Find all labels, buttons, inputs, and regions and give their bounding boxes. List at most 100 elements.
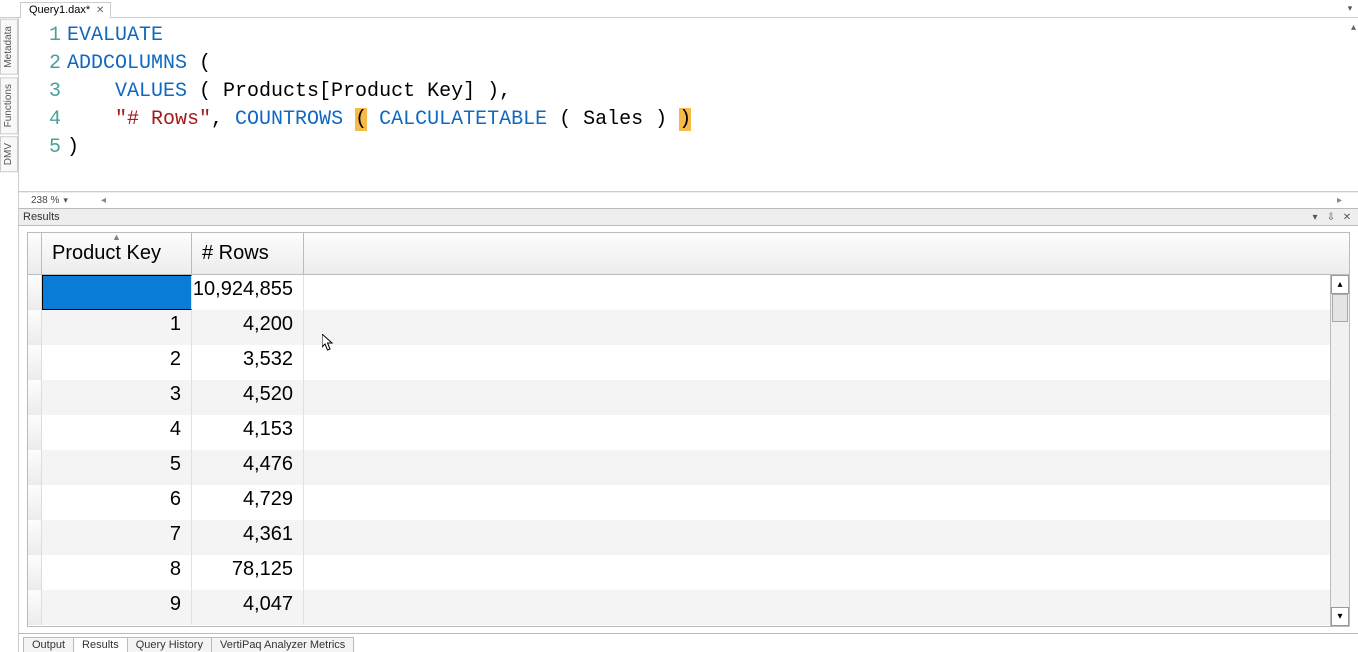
table-row[interactable]: 34,520: [28, 380, 1349, 415]
cell-rows[interactable]: 10,924,855: [192, 275, 304, 310]
code-line[interactable]: VALUES ( Products[Product Key] ),: [67, 78, 1358, 106]
cell-product-key[interactable]: 9: [42, 590, 192, 625]
row-header[interactable]: [28, 345, 42, 380]
table-row[interactable]: 10,924,855: [28, 275, 1349, 310]
code-token: [343, 108, 355, 131]
file-tab-label: Query1.dax*: [29, 4, 90, 16]
table-row[interactable]: 54,476: [28, 450, 1349, 485]
scroll-thumb[interactable]: [1332, 294, 1348, 322]
grid-corner: [28, 233, 42, 274]
results-grid[interactable]: ▲ Product Key # Rows 10,924,85514,20023,…: [27, 232, 1350, 627]
code-line[interactable]: EVALUATE: [67, 22, 1358, 50]
code-token: EVALUATE: [67, 24, 163, 47]
column-header-rows[interactable]: # Rows: [192, 233, 304, 274]
zoom-dropdown-icon[interactable]: ▾: [63, 195, 68, 206]
row-header[interactable]: [28, 415, 42, 450]
row-header[interactable]: [28, 590, 42, 625]
bottom-tab-vertipaq-analyzer-metrics[interactable]: VertiPaq Analyzer Metrics: [211, 637, 354, 652]
cell-product-key[interactable]: [42, 275, 192, 310]
bottom-tab-results[interactable]: Results: [73, 637, 128, 652]
code-token: [67, 80, 115, 103]
scroll-track[interactable]: [1331, 294, 1349, 607]
row-header[interactable]: [28, 450, 42, 485]
table-row[interactable]: 94,047: [28, 590, 1349, 625]
code-token: ( Sales ): [547, 108, 679, 131]
cell-rows[interactable]: 4,361: [192, 520, 304, 555]
code-token: [367, 108, 379, 131]
code-token: ): [67, 136, 79, 159]
editor-zoom-bar: 238 % ▾ ◂ ▸: [19, 192, 1358, 208]
cell-rows[interactable]: 4,729: [192, 485, 304, 520]
grid-header: ▲ Product Key # Rows: [28, 233, 1349, 275]
side-tab-dmv[interactable]: DMV: [0, 136, 18, 172]
column-header-product-key[interactable]: ▲ Product Key: [42, 233, 192, 274]
cell-product-key[interactable]: 2: [42, 345, 192, 380]
cell-rows[interactable]: 4,520: [192, 380, 304, 415]
panel-dropdown-icon[interactable]: ▾: [1308, 210, 1322, 224]
table-row[interactable]: 74,361: [28, 520, 1349, 555]
code-token: CALCULATETABLE: [379, 108, 547, 131]
cell-rows[interactable]: 78,125: [192, 555, 304, 590]
code-token: [67, 108, 115, 131]
cell-product-key[interactable]: 7: [42, 520, 192, 555]
cell-product-key[interactable]: 3: [42, 380, 192, 415]
editor-code[interactable]: EVALUATE ADDCOLUMNS ( VALUES ( Products[P…: [67, 18, 1358, 191]
grid-body[interactable]: 10,924,85514,20023,53234,52044,15354,476…: [28, 275, 1349, 626]
cell-product-key[interactable]: 5: [42, 450, 192, 485]
code-token: COUNTROWS: [235, 108, 343, 131]
cell-rows[interactable]: 4,200: [192, 310, 304, 345]
row-header[interactable]: [28, 380, 42, 415]
code-line[interactable]: "# Rows", COUNTROWS ( CALCULATETABLE ( S…: [67, 106, 1358, 134]
cell-rows[interactable]: 3,532: [192, 345, 304, 380]
sort-indicator-icon: ▲: [112, 232, 121, 242]
code-line[interactable]: ADDCOLUMNS (: [67, 50, 1358, 78]
hscroll-left-icon[interactable]: ◂: [101, 195, 106, 206]
code-token: (: [355, 108, 367, 131]
side-tab-metadata[interactable]: Metadata: [0, 19, 18, 75]
side-tab-functions[interactable]: Functions: [0, 77, 18, 134]
table-row[interactable]: 64,729: [28, 485, 1349, 520]
cell-product-key[interactable]: 1: [42, 310, 192, 345]
tab-overflow-dropdown-icon[interactable]: ▾: [1344, 2, 1356, 14]
bottom-tab-query-history[interactable]: Query History: [127, 637, 212, 652]
file-tab-query1[interactable]: Query1.dax* ✕: [20, 2, 111, 18]
row-header[interactable]: [28, 485, 42, 520]
code-token: ,: [211, 108, 235, 131]
row-header[interactable]: [28, 520, 42, 555]
line-number: 4: [19, 106, 67, 134]
row-header[interactable]: [28, 310, 42, 345]
code-token: ( Products[Product Key] ),: [187, 80, 511, 103]
panel-pin-icon[interactable]: ⇩: [1324, 210, 1338, 224]
table-row[interactable]: 14,200: [28, 310, 1349, 345]
grid-vscrollbar[interactable]: ▴ ▾: [1330, 275, 1349, 626]
code-token: (: [187, 52, 211, 75]
close-icon[interactable]: ✕: [94, 4, 106, 16]
table-row[interactable]: 44,153: [28, 415, 1349, 450]
side-tab-strip: Metadata Functions DMV: [0, 18, 19, 652]
cell-product-key[interactable]: 4: [42, 415, 192, 450]
scroll-up-icon[interactable]: ▴: [1351, 22, 1356, 33]
zoom-level: 238 %: [31, 195, 59, 206]
table-row[interactable]: 878,125: [28, 555, 1349, 590]
scroll-up-button[interactable]: ▴: [1331, 275, 1349, 294]
table-row[interactable]: 23,532: [28, 345, 1349, 380]
cell-product-key[interactable]: 6: [42, 485, 192, 520]
panel-close-icon[interactable]: ✕: [1340, 210, 1354, 224]
row-header[interactable]: [28, 275, 42, 310]
bottom-tab-strip: OutputResultsQuery HistoryVertiPaq Analy…: [19, 633, 1358, 652]
hscroll-right-icon[interactable]: ▸: [1337, 195, 1342, 206]
cell-rows[interactable]: 4,476: [192, 450, 304, 485]
scroll-down-button[interactable]: ▾: [1331, 607, 1349, 626]
dax-editor[interactable]: 12345 EVALUATEADDCOLUMNS ( VALUES ( Prod…: [19, 18, 1358, 192]
column-header-label: # Rows: [202, 242, 269, 265]
code-line[interactable]: ): [67, 134, 1358, 162]
cell-rows[interactable]: 4,153: [192, 415, 304, 450]
bottom-tab-output[interactable]: Output: [23, 637, 74, 652]
results-panel-title: Results: [23, 211, 60, 223]
row-header[interactable]: [28, 555, 42, 590]
cell-product-key[interactable]: 8: [42, 555, 192, 590]
line-number: 3: [19, 78, 67, 106]
cell-rows[interactable]: 4,047: [192, 590, 304, 625]
line-number: 2: [19, 50, 67, 78]
code-token: VALUES: [115, 80, 187, 103]
